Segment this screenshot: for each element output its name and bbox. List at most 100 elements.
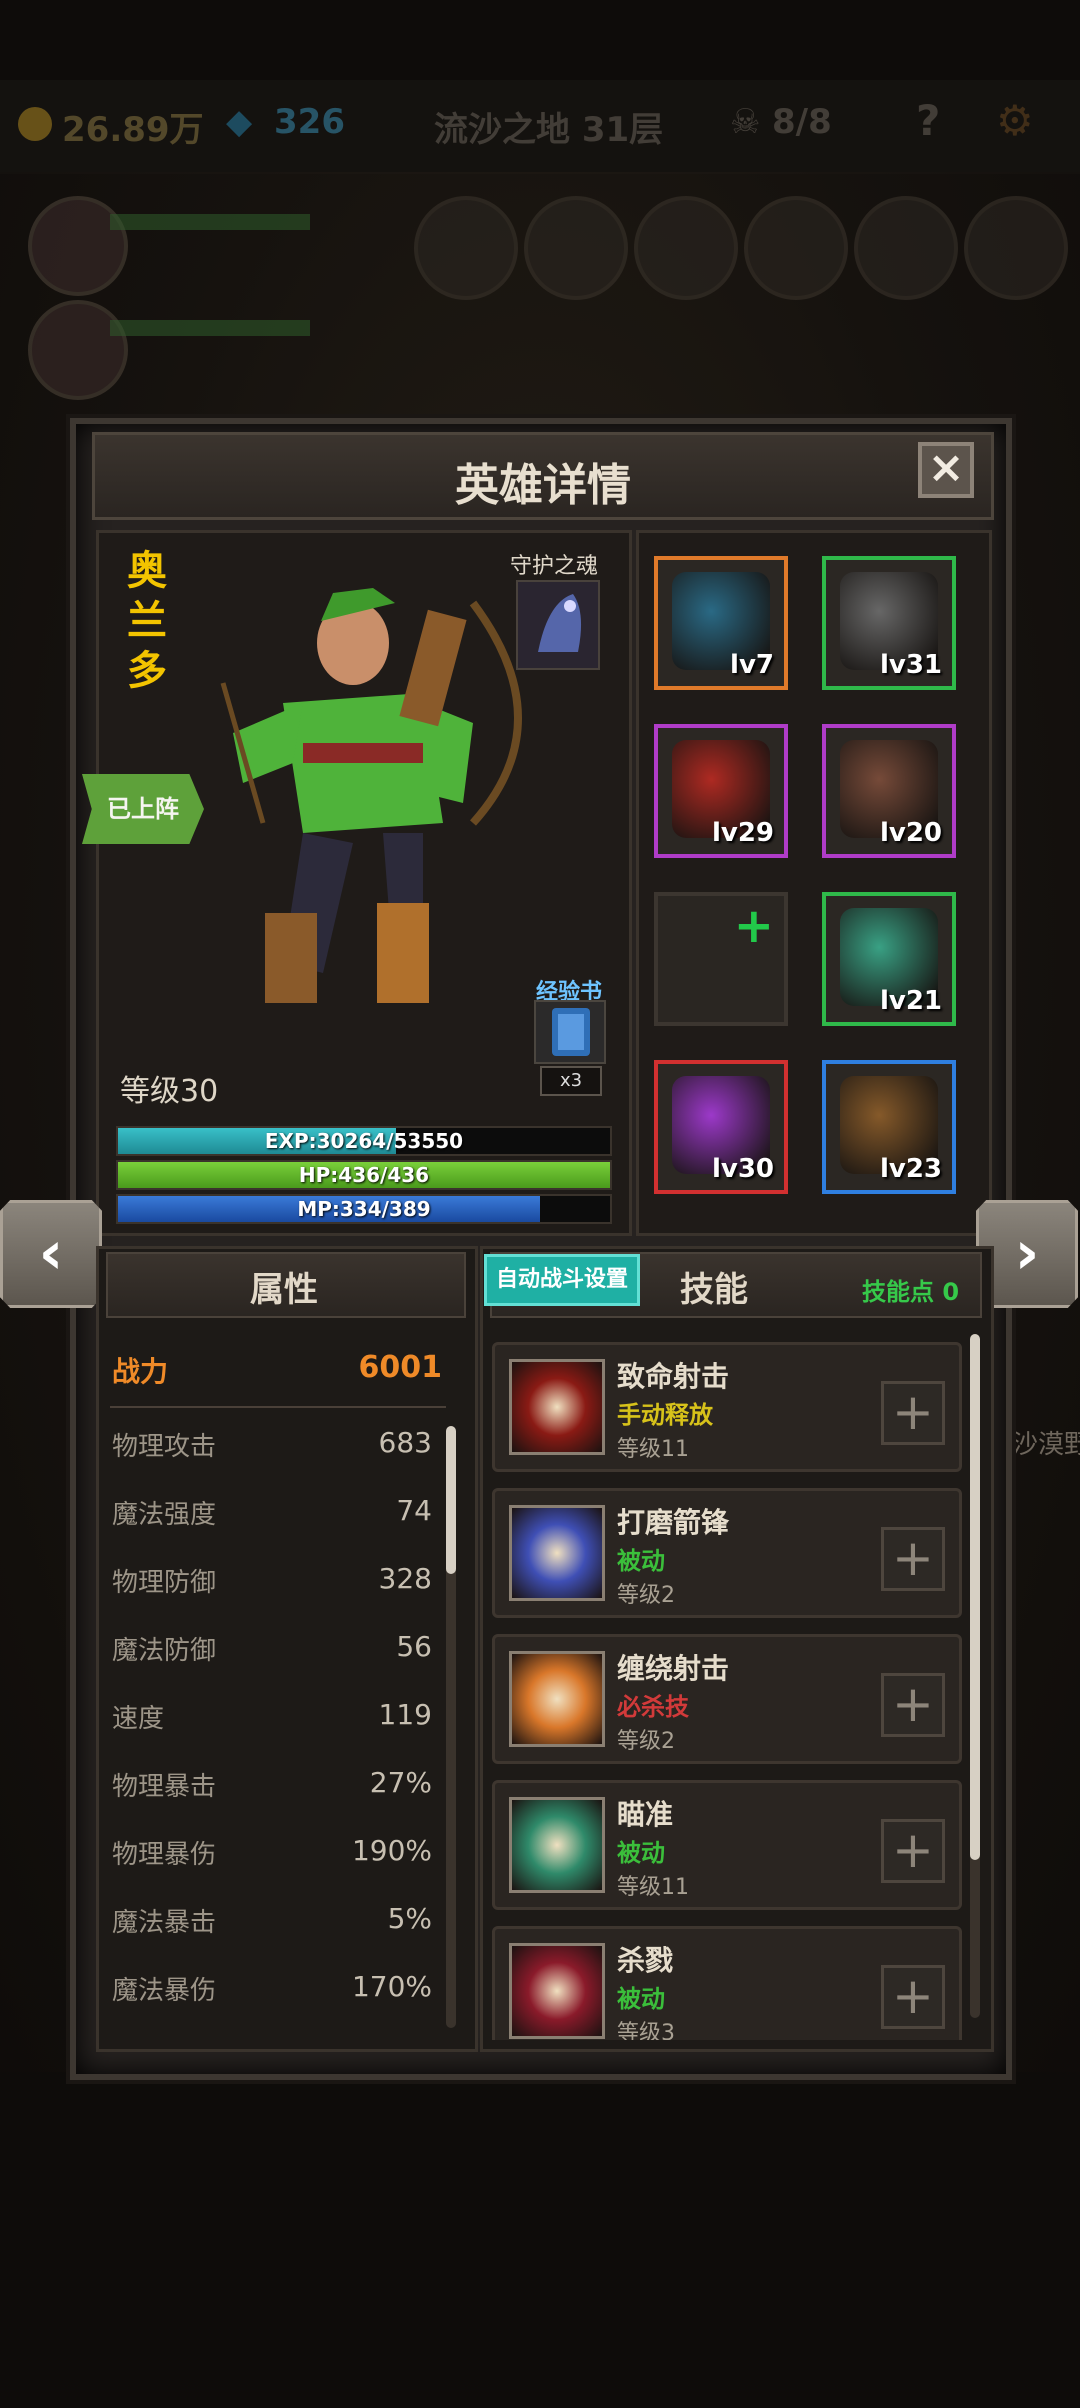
equipment-level: lv29 [711,818,774,848]
stat-value: 170% [351,1970,432,2003]
gold-amount: 26.89万 [62,110,204,150]
equipment-level: lv30 [711,1154,774,1184]
hero-name: 奥兰多 [127,548,167,694]
stat-row: 魔法强度 74 [112,1494,432,1534]
item-slot [854,196,958,300]
stat-row: 魔法暴击 5% [112,1902,432,1942]
stats-scrollbar-thumb[interactable] [446,1426,456,1574]
skill-level: 等级2 [617,1729,675,1754]
item-slot [524,196,628,300]
equipment-slot-emerald-ring[interactable]: lv21 [822,892,956,1026]
skills-scrollbar-thumb[interactable] [970,1334,980,1860]
skill-list[interactable]: 致命射击 手动释放 等级11 + 打磨箭锋 被动 等级2 + 缠绕射击 必杀技 等级2 + 瞄准 被动 等级… [486,1328,964,2040]
item-slot [744,196,848,300]
stat-value: 190% [351,1834,432,1867]
equipment-slot-shoulder-armor[interactable]: lv31 [822,556,956,690]
guardian-soul-label: 守护之魂 [510,554,599,579]
exp-book-count: x3 [540,1066,602,1096]
team-hero-avatar [28,196,128,296]
skill-name: 杀戮 [617,1944,674,1977]
stat-label: 魔法暴伤 [112,1976,217,2006]
skill-level: 等级2 [617,1583,675,1608]
skill-type: 手动释放 [617,1401,713,1429]
team-hero-hp-bar [110,320,310,336]
stat-label: 物理暴击 [112,1772,217,1802]
equipment-slot-red-robe[interactable]: lv29 [654,724,788,858]
team-hero-avatar [28,300,128,400]
equipment-slot-empty-slot[interactable]: + [654,892,788,1026]
stat-label: 物理攻击 [112,1432,217,1462]
skill-icon [509,1651,605,1747]
equipment-slot-gauntlet[interactable]: lv20 [822,724,956,858]
guardian-soul-slot[interactable] [516,580,600,670]
skill-icon [509,1359,605,1455]
equipment-slot-wooden-shield[interactable]: lv23 [822,1060,956,1194]
item-slot [414,196,518,300]
skill-type: 被动 [617,1839,665,1867]
skill-icon [509,1943,605,2039]
chevron-left-icon: ‹ [38,1218,64,1288]
skill-level: 等级11 [617,1875,689,1900]
upgrade-skill-button[interactable]: + [881,1819,945,1883]
skill-type: 被动 [617,1547,665,1575]
skill-row[interactable]: 瞄准 被动 等级11 + [492,1780,962,1910]
equipment-level: lv31 [879,650,942,680]
question-icon[interactable]: ? [916,96,940,145]
stat-row: 速度 119 [112,1698,432,1738]
skill-row[interactable]: 打磨箭锋被动等级2 + [492,1488,962,1618]
auto-battle-settings-button[interactable]: 自动战斗设置 [484,1254,640,1306]
skill-level: 等级11 [617,1437,689,1462]
skill-row[interactable]: 致命射击手动释放等级11 + [492,1342,962,1472]
gem-icon: ◆ [226,102,253,142]
exp-book-button[interactable] [534,1000,606,1064]
exp-text: EXP:30264/53550 [264,1129,464,1153]
gear-icon[interactable]: ⚙ [996,96,1034,145]
stat-value: 328 [378,1562,432,1595]
stat-value: 5% [387,1902,432,1935]
hp-text: HP:436/436 [298,1163,430,1187]
combat-power-label: 战力 [112,1355,169,1388]
guardian-bird-icon [538,594,582,652]
skill-type: 必杀技 [617,1693,689,1721]
stat-value: 119 [378,1698,432,1731]
close-button[interactable]: × [918,442,974,498]
equipment-level: lv7 [730,650,774,680]
hp-bar: HP:436/436 [116,1160,612,1190]
upgrade-skill-button[interactable]: + [881,1965,945,2029]
upgrade-skill-button[interactable]: + [881,1527,945,1591]
stat-label: 速度 [112,1704,165,1734]
stat-value: 56 [396,1630,432,1663]
skill-name: 缠绕射击 [617,1652,730,1685]
stat-row: 物理攻击 683 [112,1426,432,1466]
skill-name: 致命射击 [617,1360,730,1393]
mp-text: MP:334/389 [297,1197,431,1221]
skill-name: 打磨箭锋 [617,1506,730,1539]
team-hero-hp-bar [110,214,310,230]
upgrade-skill-button[interactable]: + [881,1673,945,1737]
prev-hero-button[interactable]: ‹ [0,1200,102,1308]
stat-value: 683 [378,1426,432,1459]
skill-type: 被动 [617,1985,665,2013]
panel-title-bar: 英雄详情 [92,432,994,520]
skill-icon [509,1797,605,1893]
equipment-slot-hood[interactable]: lv7 [654,556,788,690]
add-equipment-icon: + [733,898,774,954]
stat-label: 物理防御 [112,1568,217,1598]
item-slot [634,196,738,300]
skill-level: 等级3 [617,2021,675,2040]
skill-points: 技能点 0 [862,1278,960,1306]
stat-row: 物理防御 328 [112,1562,432,1602]
upgrade-skill-button[interactable]: + [881,1381,945,1445]
skill-row[interactable]: 缠绕射击必杀技等级2 + [492,1634,962,1764]
equipment-level: lv21 [879,986,942,1016]
skill-row[interactable]: 杀戮被动等级3 + [492,1926,962,2040]
equipment-level: lv23 [879,1154,942,1184]
skills-title: 技能 [680,1270,748,1310]
gem-amount: 326 [274,102,345,142]
stat-value: 74 [396,1494,432,1527]
stat-label: 魔法暴击 [112,1908,217,1938]
panel-title: 英雄详情 [455,460,631,511]
kill-count: 8/8 [772,102,832,142]
equipment-slot-purple-claws[interactable]: lv30 [654,1060,788,1194]
stat-label: 魔法强度 [112,1500,217,1530]
